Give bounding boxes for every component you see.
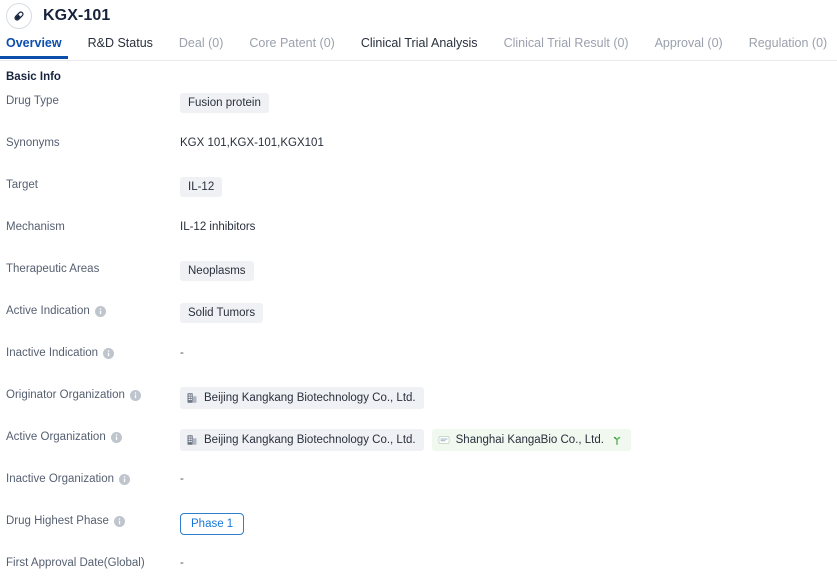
info-value: -	[180, 555, 837, 572]
info-circle-icon[interactable]	[129, 390, 141, 401]
info-label: First Approval Date(Global)	[0, 555, 180, 572]
mechanism-text: IL-12 inhibitors	[180, 221, 256, 233]
info-label: Drug Type	[0, 93, 180, 110]
label-text: Originator Organization	[6, 389, 125, 401]
company-card-icon	[438, 434, 450, 446]
label-text: Synonyms	[6, 137, 60, 149]
empty-value: -	[180, 557, 184, 569]
info-value: IL-12	[180, 177, 837, 197]
pill-capsule-icon	[6, 2, 32, 29]
tab-core-patent[interactable]: Core Patent (0)	[249, 31, 334, 58]
info-label: Inactive Indication	[0, 345, 180, 362]
tab-clinical-trial-analysis[interactable]: Clinical Trial Analysis	[361, 31, 478, 58]
organization-name: Shanghai KangaBio Co., Ltd.	[455, 434, 604, 446]
info-value: Phase 1	[180, 513, 837, 535]
info-value: Fusion protein	[180, 93, 837, 113]
section-title-basic-info: Basic Info	[6, 71, 61, 83]
chip-drug-type[interactable]: Fusion protein	[180, 93, 269, 113]
empty-value: -	[180, 347, 184, 359]
company-building-icon	[186, 392, 198, 404]
info-label: Originator Organization	[0, 387, 180, 404]
label-text: First Approval Date(Global)	[6, 557, 145, 569]
info-row-drug-highest-phase: Drug Highest Phase Phase 1	[0, 513, 837, 535]
label-text: Active Indication	[6, 305, 90, 317]
info-row-first-approval-date: First Approval Date(Global) -	[0, 555, 837, 577]
info-value: Beijing Kangkang Biotechnology Co., Ltd.…	[180, 429, 837, 451]
info-label: Active Organization	[0, 429, 180, 446]
info-row-synonyms: Synonyms KGX 101,KGX-101,KGX101	[0, 135, 837, 157]
chip-organization[interactable]: Beijing Kangkang Biotechnology Co., Ltd.	[180, 387, 424, 409]
info-row-therapeutic-areas: Therapeutic Areas Neoplasms	[0, 261, 837, 283]
info-row-target: Target IL-12	[0, 177, 837, 199]
label-text: Inactive Organization	[6, 473, 115, 485]
label-text: Active Organization	[6, 431, 106, 443]
info-row-drug-type: Drug Type Fusion protein	[0, 93, 837, 115]
tab-clinical-trial-result[interactable]: Clinical Trial Result (0)	[504, 31, 629, 58]
tab-deal[interactable]: Deal (0)	[179, 31, 223, 58]
info-label: Therapeutic Areas	[0, 261, 180, 278]
status-badge-phase[interactable]: Phase 1	[180, 513, 245, 535]
label-text: Inactive Indication	[6, 347, 99, 359]
label-text: Target	[6, 179, 38, 191]
tab-approval[interactable]: Approval (0)	[655, 31, 723, 58]
info-circle-icon[interactable]	[110, 432, 122, 443]
organization-name: Beijing Kangkang Biotechnology Co., Ltd.	[204, 434, 416, 446]
chip-target[interactable]: IL-12	[180, 177, 223, 197]
info-label: Mechanism	[0, 219, 180, 236]
info-label: Drug Highest Phase	[0, 513, 180, 530]
info-value: -	[180, 471, 837, 488]
info-circle-icon[interactable]	[113, 516, 125, 527]
info-value: -	[180, 345, 837, 362]
synonyms-text: KGX 101,KGX-101,KGX101	[180, 137, 324, 149]
info-value: KGX 101,KGX-101,KGX101	[180, 135, 837, 152]
info-row-originator-organization: Originator Organization Beijing Kangkang…	[0, 387, 837, 409]
overview-panel: Basic Info Drug Type Fusion protein Syno…	[0, 61, 837, 577]
empty-value: -	[180, 473, 184, 485]
info-row-active-indication: Active Indication Solid Tumors	[0, 303, 837, 325]
chip-active-indication[interactable]: Solid Tumors	[180, 303, 264, 323]
label-text: Mechanism	[6, 221, 65, 233]
page-title: KGX-101	[43, 6, 111, 24]
info-row-inactive-indication: Inactive Indication -	[0, 345, 837, 367]
info-row-inactive-organization: Inactive Organization -	[0, 471, 837, 493]
page-header: KGX-101	[0, 0, 837, 31]
info-value: Solid Tumors	[180, 303, 837, 323]
organization-name: Beijing Kangkang Biotechnology Co., Ltd.	[204, 392, 416, 404]
info-value: IL-12 inhibitors	[180, 219, 837, 236]
info-label: Target	[0, 177, 180, 194]
chip-therapeutic-area[interactable]: Neoplasms	[180, 261, 254, 281]
info-row-active-organization: Active Organization Beijing Kangkang Bio…	[0, 429, 837, 451]
info-label: Synonyms	[0, 135, 180, 152]
info-value: Neoplasms	[180, 261, 837, 281]
tab-regulation[interactable]: Regulation (0)	[749, 31, 828, 58]
info-circle-icon[interactable]	[103, 348, 115, 359]
chip-organization[interactable]: Shanghai KangaBio Co., Ltd.	[431, 429, 631, 451]
info-value: Beijing Kangkang Biotechnology Co., Ltd.	[180, 387, 837, 409]
tab-overview[interactable]: Overview	[0, 31, 68, 59]
info-circle-icon[interactable]	[119, 474, 131, 485]
tab-rd-status[interactable]: R&D Status	[88, 31, 153, 58]
company-building-icon	[186, 434, 198, 446]
label-text: Drug Type	[6, 95, 59, 107]
tab-bar: Overview R&D Status Deal (0) Core Patent…	[0, 31, 837, 61]
info-row-mechanism: Mechanism IL-12 inhibitors	[0, 219, 837, 241]
info-circle-icon[interactable]	[94, 306, 106, 317]
green-sprout-icon	[611, 434, 623, 446]
label-text: Therapeutic Areas	[6, 263, 100, 275]
label-text: Drug Highest Phase	[6, 515, 109, 527]
chip-organization[interactable]: Beijing Kangkang Biotechnology Co., Ltd.	[180, 429, 424, 451]
info-label: Active Indication	[0, 303, 180, 320]
info-label: Inactive Organization	[0, 471, 180, 488]
